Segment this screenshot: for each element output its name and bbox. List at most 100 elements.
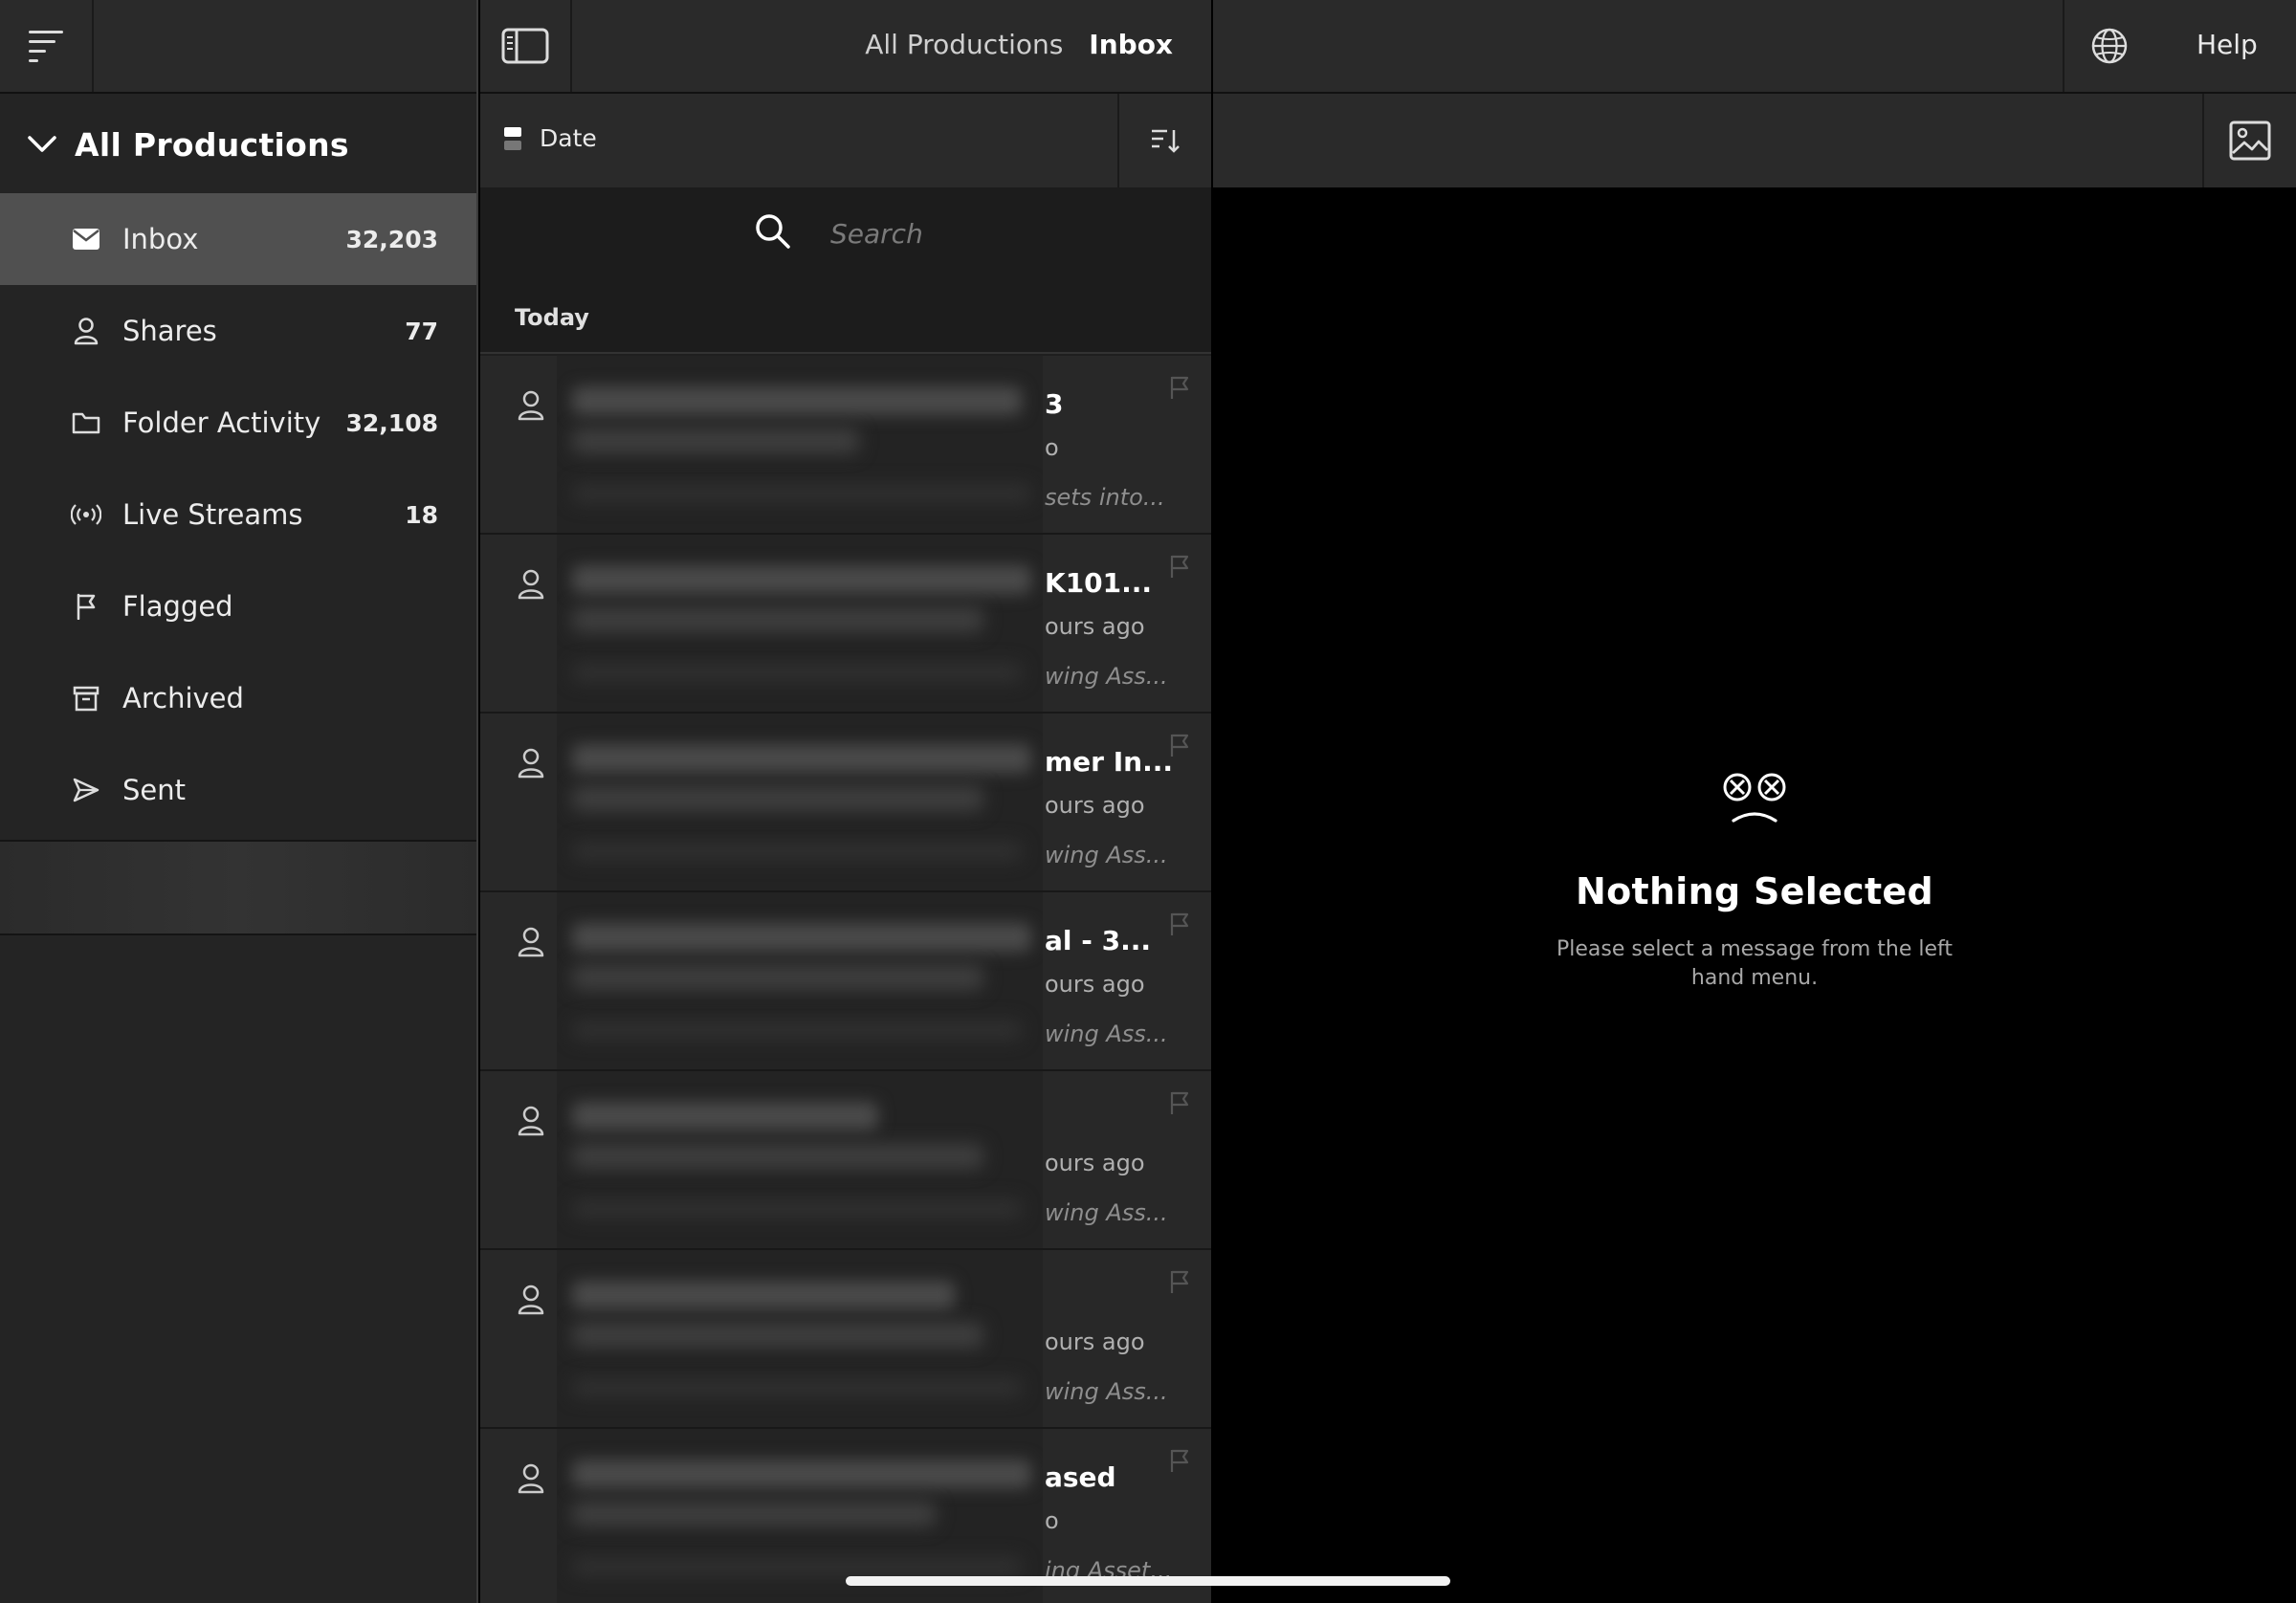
sidebar-item-label: Live Streams: [122, 498, 303, 531]
search-bar: [480, 187, 1211, 279]
help-link[interactable]: Help: [2197, 29, 2258, 60]
message-row[interactable]: ours ago wing Ass...: [480, 1071, 1211, 1250]
productions-title: All Productions: [75, 125, 349, 164]
person-icon: [517, 748, 545, 782]
message-row[interactable]: ours ago wing Ass...: [480, 1250, 1211, 1429]
person-icon: [517, 569, 545, 604]
empty-state: Nothing Selected Please select a message…: [1213, 771, 2296, 993]
productions-header[interactable]: All Productions: [0, 96, 476, 193]
sidebar-item-count: 32,108: [345, 408, 438, 437]
message-time: o: [1045, 1507, 1059, 1534]
redacted-content: [557, 356, 1043, 533]
sidebar-item-label: Sent: [122, 774, 187, 806]
sidebar-item-label: Archived: [122, 682, 244, 714]
date-sort-icon: [504, 126, 521, 150]
message-time: ours ago: [1045, 792, 1145, 819]
redacted-content: [557, 714, 1043, 890]
menu-button[interactable]: [0, 0, 94, 92]
detail-toolbar: [1213, 94, 2296, 187]
list-topbar: All Productions Inbox: [480, 0, 1211, 94]
message-subject: al - 3...: [1045, 925, 1152, 956]
sidebar-item-flagged[interactable]: Flagged: [0, 560, 476, 652]
person-icon: [517, 1285, 545, 1319]
chevron-down-icon: [28, 136, 56, 152]
sort-bar: Date: [480, 94, 1211, 187]
language-button[interactable]: [2063, 0, 2154, 92]
menu-icon: [29, 31, 63, 62]
flag-icon[interactable]: [1169, 1448, 1190, 1477]
broadcast-icon: [71, 499, 101, 530]
flag-icon: [71, 591, 101, 622]
message-subject: 3: [1045, 388, 1064, 420]
person-icon: [517, 1463, 545, 1498]
redacted-content: [557, 1250, 1043, 1427]
sort-date-selector[interactable]: Date: [503, 124, 597, 152]
message-row[interactable]: al - 3... ours ago wing Ass...: [480, 892, 1211, 1071]
sidebar: All Productions Inbox 32,203 Shares 77 F…: [0, 0, 478, 1603]
person-icon: [71, 316, 101, 346]
detail-topbar: Help: [1213, 0, 2296, 94]
list-section-header: Today: [480, 279, 1211, 354]
person-icon: [517, 1106, 545, 1140]
sidebar-item-shares[interactable]: Shares 77: [0, 285, 476, 377]
message-subject: ased: [1045, 1461, 1116, 1493]
image-icon: [2229, 121, 2271, 161]
folder-icon: [71, 407, 101, 438]
flag-icon[interactable]: [1169, 911, 1190, 940]
sidebar-item-inbox[interactable]: Inbox 32,203: [0, 193, 476, 285]
sidebar-item-count: 32,203: [345, 225, 438, 253]
breadcrumb-inbox: Inbox: [1089, 29, 1173, 60]
message-list-panel: All Productions Inbox Date Search Today …: [480, 0, 1211, 1603]
send-icon: [71, 775, 101, 805]
sidebar-item-count: 77: [405, 317, 438, 345]
sort-label: Date: [540, 124, 597, 152]
message-preview: wing Ass...: [1045, 1199, 1168, 1226]
flag-icon[interactable]: [1169, 1269, 1190, 1298]
flag-icon[interactable]: [1169, 554, 1190, 582]
sidebar-empty-row: [0, 842, 476, 935]
sidebar-item-label: Inbox: [122, 223, 199, 255]
message-preview: wing Ass...: [1045, 842, 1168, 868]
message-time: ours ago: [1045, 613, 1145, 640]
section-header-label: Today: [515, 304, 589, 331]
sidebar-toggle-button[interactable]: [480, 0, 572, 92]
sidebar-toggle-icon: [501, 28, 549, 64]
sort-order-button[interactable]: [1117, 94, 1211, 187]
sidebar-item-label: Flagged: [122, 590, 233, 623]
breadcrumb: All Productions Inbox: [865, 29, 1173, 60]
person-icon: [517, 390, 545, 425]
archive-icon: [71, 683, 101, 714]
image-view-button[interactable]: [2202, 94, 2296, 187]
search-icon: [756, 214, 790, 249]
sidebar-item-count: 18: [405, 500, 438, 529]
message-row[interactable]: K101... ours ago wing Ass...: [480, 535, 1211, 714]
message-preview: wing Ass...: [1045, 1378, 1168, 1405]
sidebar-item-folder-activity[interactable]: Folder Activity 32,108: [0, 377, 476, 469]
message-time: ours ago: [1045, 1150, 1145, 1176]
flag-icon[interactable]: [1169, 733, 1190, 761]
search-input[interactable]: [830, 210, 1175, 256]
message-time: ours ago: [1045, 971, 1145, 998]
redacted-content: [557, 892, 1043, 1069]
sidebar-item-archived[interactable]: Archived: [0, 652, 476, 744]
globe-icon: [2091, 28, 2128, 64]
breadcrumb-all-productions[interactable]: All Productions: [865, 29, 1063, 60]
sidebar-topbar: [0, 0, 476, 94]
sidebar-item-sent[interactable]: Sent: [0, 744, 476, 836]
flag-icon[interactable]: [1169, 1090, 1190, 1119]
flag-icon[interactable]: [1169, 375, 1190, 404]
message-preview: wing Ass...: [1045, 663, 1168, 690]
message-row[interactable]: 3 o sets into...: [480, 356, 1211, 535]
message-row[interactable]: mer In... ours ago wing Ass...: [480, 714, 1211, 892]
sidebar-item-label: Shares: [122, 315, 217, 347]
message-subject: K101...: [1045, 567, 1153, 599]
redacted-content: [557, 1071, 1043, 1248]
home-indicator[interactable]: [846, 1576, 1450, 1586]
detail-pane: Help Nothing Selected Please select a me…: [1213, 0, 2296, 1603]
person-icon: [517, 927, 545, 961]
message-subject: mer In...: [1045, 746, 1173, 778]
sidebar-item-live-streams[interactable]: Live Streams 18: [0, 469, 476, 560]
sidebar-item-label: Folder Activity: [122, 406, 321, 439]
message-time: ours ago: [1045, 1329, 1145, 1355]
empty-state-title: Nothing Selected: [1575, 870, 1934, 912]
